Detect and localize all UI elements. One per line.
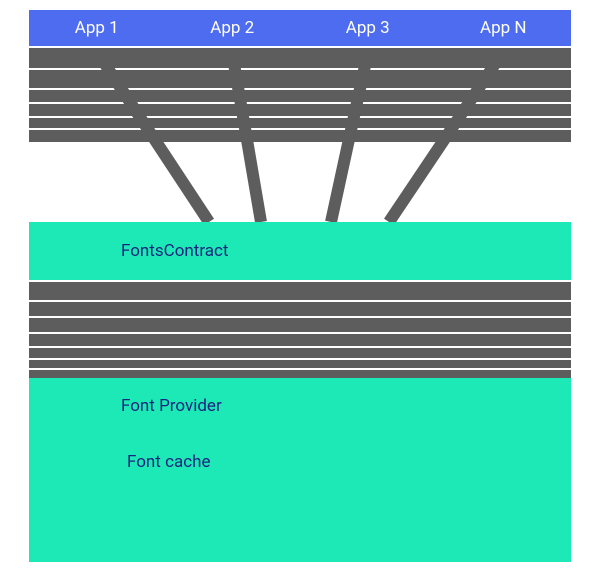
- app-2-label: App 2: [165, 18, 301, 38]
- font-provider-box: Font Provider Font cache: [29, 378, 571, 562]
- app-3-label: App 3: [300, 18, 436, 38]
- app-n-label: App N: [436, 18, 572, 38]
- fonts-contract-label: FontsContract: [121, 241, 229, 261]
- stripe: [29, 46, 571, 70]
- font-provider-label: Font Provider: [121, 396, 222, 416]
- stripe: [29, 68, 571, 90]
- font-cache-label: Font cache: [127, 452, 211, 472]
- apps-bar: App 1 App 2 App 3 App N: [29, 10, 571, 46]
- app-1-label: App 1: [29, 18, 165, 38]
- stripe: [29, 128, 571, 142]
- fonts-contract-box: FontsContract: [29, 222, 571, 316]
- stripe: [29, 280, 571, 302]
